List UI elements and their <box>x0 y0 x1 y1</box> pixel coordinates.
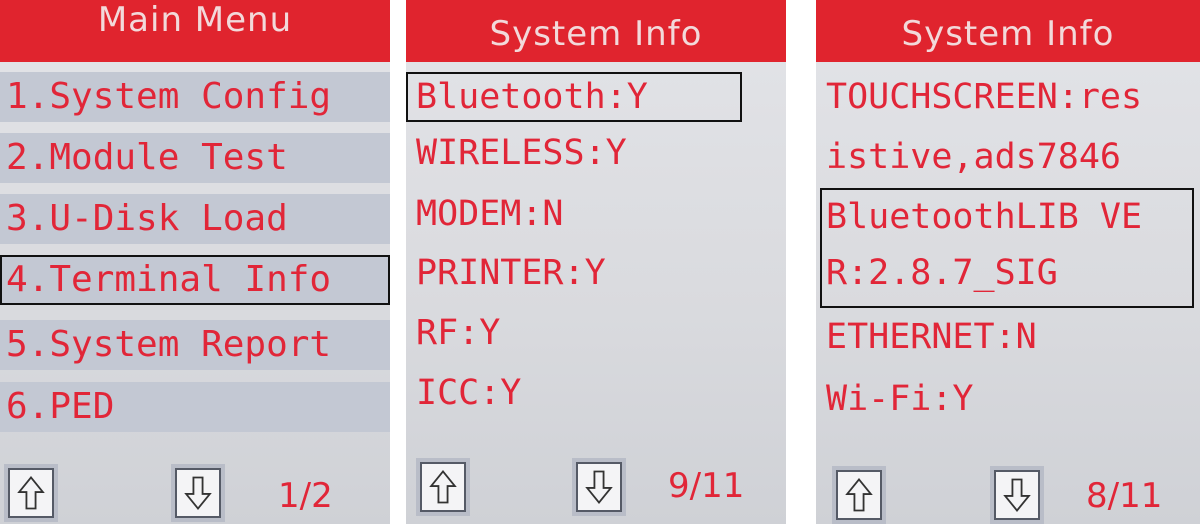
info-row-touchscreen-cont: istive,ads7846 <box>826 137 1122 177</box>
info-row-bluetooth[interactable]: Bluetooth:Y <box>406 72 742 122</box>
down-arrow-icon <box>184 476 212 510</box>
page-down-button[interactable] <box>576 462 622 512</box>
page-down-button[interactable] <box>994 470 1040 520</box>
info-row-rf: RF:Y <box>416 313 501 353</box>
menu-item-ped[interactable]: 6.PED <box>0 382 390 432</box>
menu-item-u-disk-load[interactable]: 3.U-Disk Load <box>0 194 390 244</box>
page-down-button[interactable] <box>175 468 221 518</box>
page-indicator: 9/11 <box>668 466 745 506</box>
page-up-button[interactable] <box>420 462 466 512</box>
up-arrow-icon <box>845 478 873 512</box>
page-indicator: 8/11 <box>1086 476 1163 516</box>
page-up-button[interactable] <box>8 468 54 518</box>
screen-title: System Info <box>901 14 1115 54</box>
system-info-screen-9: System Info Bluetooth:Y WIRELESS:Y MODEM… <box>406 0 786 524</box>
down-arrow-icon <box>1003 478 1031 512</box>
screen-title: Main Menu <box>97 0 293 40</box>
info-row-modem: MODEM:N <box>416 194 564 234</box>
info-row-touchscreen: TOUCHSCREEN:res <box>826 77 1143 117</box>
info-row-ethernet: ETHERNET:N <box>826 317 1037 357</box>
info-row-wireless: WIRELESS:Y <box>416 133 627 173</box>
info-row-icc: ICC:Y <box>416 373 522 413</box>
footer: 8/11 <box>816 454 1200 524</box>
menu-item-terminal-info[interactable]: 4.Terminal Info <box>0 255 390 305</box>
screen-title: System Info <box>489 14 703 54</box>
info-row-printer: PRINTER:Y <box>416 253 606 293</box>
page-up-button[interactable] <box>836 470 882 520</box>
up-arrow-icon <box>429 470 457 504</box>
info-row-wifi: Wi-Fi:Y <box>826 379 974 419</box>
menu-item-system-report[interactable]: 5.System Report <box>0 320 390 370</box>
menu-item-system-config[interactable]: 1.System Config <box>0 72 390 122</box>
up-arrow-icon <box>17 476 45 510</box>
system-info-screen-8: System Info TOUCHSCREEN:res istive,ads78… <box>816 0 1200 524</box>
info-row-bluetooth-lib: BluetoothLIB VE <box>826 197 1143 237</box>
footer: 9/11 <box>406 454 786 524</box>
footer: 1/2 <box>0 454 390 524</box>
down-arrow-icon <box>585 470 613 504</box>
info-row-bluetooth-lib-cont: R:2.8.7_SIG <box>826 253 1058 293</box>
main-menu-screen: Main Menu 1.System Config 2.Module Test … <box>0 0 390 524</box>
menu-item-module-test[interactable]: 2.Module Test <box>0 133 390 183</box>
page-indicator: 1/2 <box>278 476 333 516</box>
